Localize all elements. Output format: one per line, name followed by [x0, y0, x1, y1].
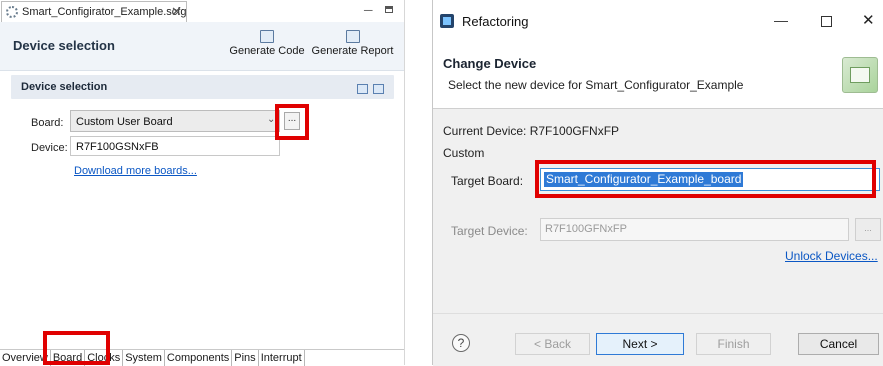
dialog-body	[433, 109, 883, 313]
download-boards-link[interactable]: Download more boards...	[74, 165, 197, 177]
editor-tab-title: Smart_Configirator_Example.scfg	[22, 6, 187, 18]
minimize-icon[interactable]: —	[774, 12, 788, 28]
generate-code-label: Generate Code	[229, 45, 305, 57]
wizard-banner-icon	[842, 57, 878, 93]
app-icon	[440, 14, 454, 28]
highlight-box	[275, 104, 309, 140]
minimize-icon[interactable]: ─	[364, 3, 373, 17]
custom-label: Custom	[443, 146, 485, 160]
maximize-icon[interactable]	[385, 6, 393, 13]
highlight-box	[535, 160, 876, 198]
device-field-value: R7F100GSNxFB	[76, 141, 159, 153]
target-device-label: Target Device:	[451, 224, 528, 238]
import-icon[interactable]	[357, 84, 368, 94]
cancel-button[interactable]: Cancel	[798, 333, 879, 355]
dialog-header	[433, 40, 883, 109]
generate-code-button[interactable]: Generate Code	[229, 30, 305, 57]
editor-tab-bar: Smart_Configirator_Example.scfg ✕ ─	[0, 0, 404, 23]
generate-code-icon	[260, 30, 274, 43]
target-device-value: R7F100GFNxFP	[545, 223, 627, 235]
tab-interrupt[interactable]: Interrupt	[259, 350, 305, 366]
dialog-description: Select the new device for Smart_Configur…	[448, 78, 744, 92]
config-gear-icon	[6, 6, 18, 18]
close-icon[interactable]: ✕	[171, 4, 182, 20]
target-board-label: Target Board:	[451, 174, 524, 188]
board-label: Board:	[31, 117, 64, 129]
tab-components[interactable]: Components	[165, 350, 233, 366]
page-title: Device selection	[13, 38, 115, 53]
section-title: Device selection	[21, 81, 108, 93]
tab-system[interactable]: System	[123, 350, 165, 366]
editor-tab[interactable]: Smart_Configirator_Example.scfg ✕	[1, 1, 187, 22]
export-icon[interactable]	[373, 84, 384, 94]
board-select-value: Custom User Board	[76, 116, 173, 128]
current-device-text: Current Device: R7F100GFNxFP	[443, 124, 620, 138]
help-icon[interactable]: ?	[452, 334, 470, 352]
tab-pins[interactable]: Pins	[232, 350, 259, 366]
generate-report-label: Generate Report	[311, 45, 394, 57]
dialog-title: Refactoring	[462, 14, 529, 29]
finish-button[interactable]: Finish	[696, 333, 771, 355]
close-icon[interactable]: ✕	[862, 11, 875, 29]
unlock-devices-link[interactable]: Unlock Devices...	[785, 249, 878, 263]
generate-report-icon	[345, 30, 360, 43]
device-label: Device:	[31, 142, 68, 154]
dialog-heading: Change Device	[443, 56, 537, 71]
highlight-box	[43, 331, 110, 365]
next-button[interactable]: Next >	[596, 333, 684, 355]
back-button[interactable]: < Back	[515, 333, 590, 355]
generate-report-button[interactable]: Generate Report	[311, 30, 394, 57]
target-device-browse-button[interactable]: ...	[855, 218, 881, 241]
maximize-icon[interactable]	[821, 16, 832, 27]
